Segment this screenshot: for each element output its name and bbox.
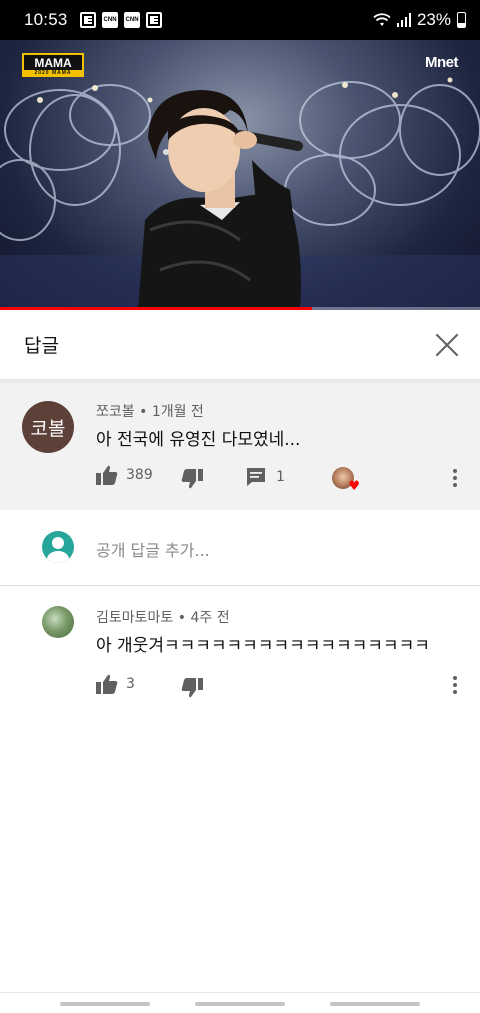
dislike-button[interactable] [181,678,203,698]
comment-author[interactable]: 쪼코볼 [96,404,135,420]
thumbs-up-icon [96,465,118,485]
close-icon[interactable] [434,332,460,358]
reply-count-button[interactable]: 1 [246,467,285,487]
notification-icons: CNN CNN [79,12,162,28]
news-icon [79,12,96,28]
nav-home-button[interactable] [195,1002,285,1006]
add-reply-row[interactable]: 공개 답글 추가... [0,510,480,586]
reply-count: 1 [276,469,285,485]
more-options-icon[interactable] [452,676,458,696]
thumbs-down-icon [181,678,203,698]
reply-input[interactable]: 공개 답글 추가... [96,537,210,561]
avatar[interactable] [42,606,74,638]
like-button[interactable]: 3 [96,674,135,694]
reply-text: 아 개웃겨ㅋㅋㅋㅋㅋㅋㅋㅋㅋㅋㅋㅋㅋㅋㅋㅋㅋ [96,636,430,656]
comment-meta: 쪼코볼 • 1개월 전 [96,401,204,421]
cnn-icon: CNN [101,12,118,28]
mnet-logo: Mnet [425,54,459,71]
like-button[interactable]: 389 [96,465,153,485]
thumbs-down-icon [181,469,203,489]
like-count: 3 [126,676,135,692]
creator-heart-badge: ♥ [332,467,360,494]
like-count: 389 [126,467,153,483]
meta-separator: • [139,404,152,420]
parent-comment: 코볼 쪼코볼 • 1개월 전 아 전국에 유영진 다모였네... 389 1 ♥ [0,381,480,510]
mama-logo: MAMA 2020 MAMA [22,53,84,77]
status-bar: 10:53 CNN CNN 23% [0,0,480,40]
reply-time: 4주 전 [190,610,230,626]
news-icon [145,12,162,28]
status-right: 23% [373,10,466,30]
video-player[interactable]: MAMA 2020 MAMA Mnet [0,40,480,310]
wifi-icon [373,13,391,26]
replies-title: 답글 [24,335,59,357]
nav-back-button[interactable] [330,1002,420,1006]
system-nav-bar [0,992,480,1013]
avatar[interactable]: 코볼 [22,401,74,453]
replies-header: 답글 [0,310,480,380]
thumbs-up-icon [96,674,118,694]
comment-icon [247,468,265,486]
meta-separator: • [177,610,191,626]
battery-icon [457,12,466,28]
comment-text: 아 전국에 유영진 다모였네... [96,430,301,450]
reply-author[interactable]: 김토마토마토 [96,610,173,626]
reply-meta: 김토마토마토 • 4주 전 [96,607,230,627]
my-avatar [42,531,74,563]
cnn-icon: CNN [123,12,140,28]
signal-icon [396,13,411,27]
video-frame [0,77,480,310]
comment-time: 1개월 전 [151,404,204,420]
battery-percent: 23% [416,10,451,29]
more-options-icon[interactable] [452,469,458,489]
status-time: 10:53 [24,10,68,29]
heart-icon: ♥ [348,479,360,494]
dislike-button[interactable] [181,469,203,489]
nav-recents-button[interactable] [60,1002,150,1006]
